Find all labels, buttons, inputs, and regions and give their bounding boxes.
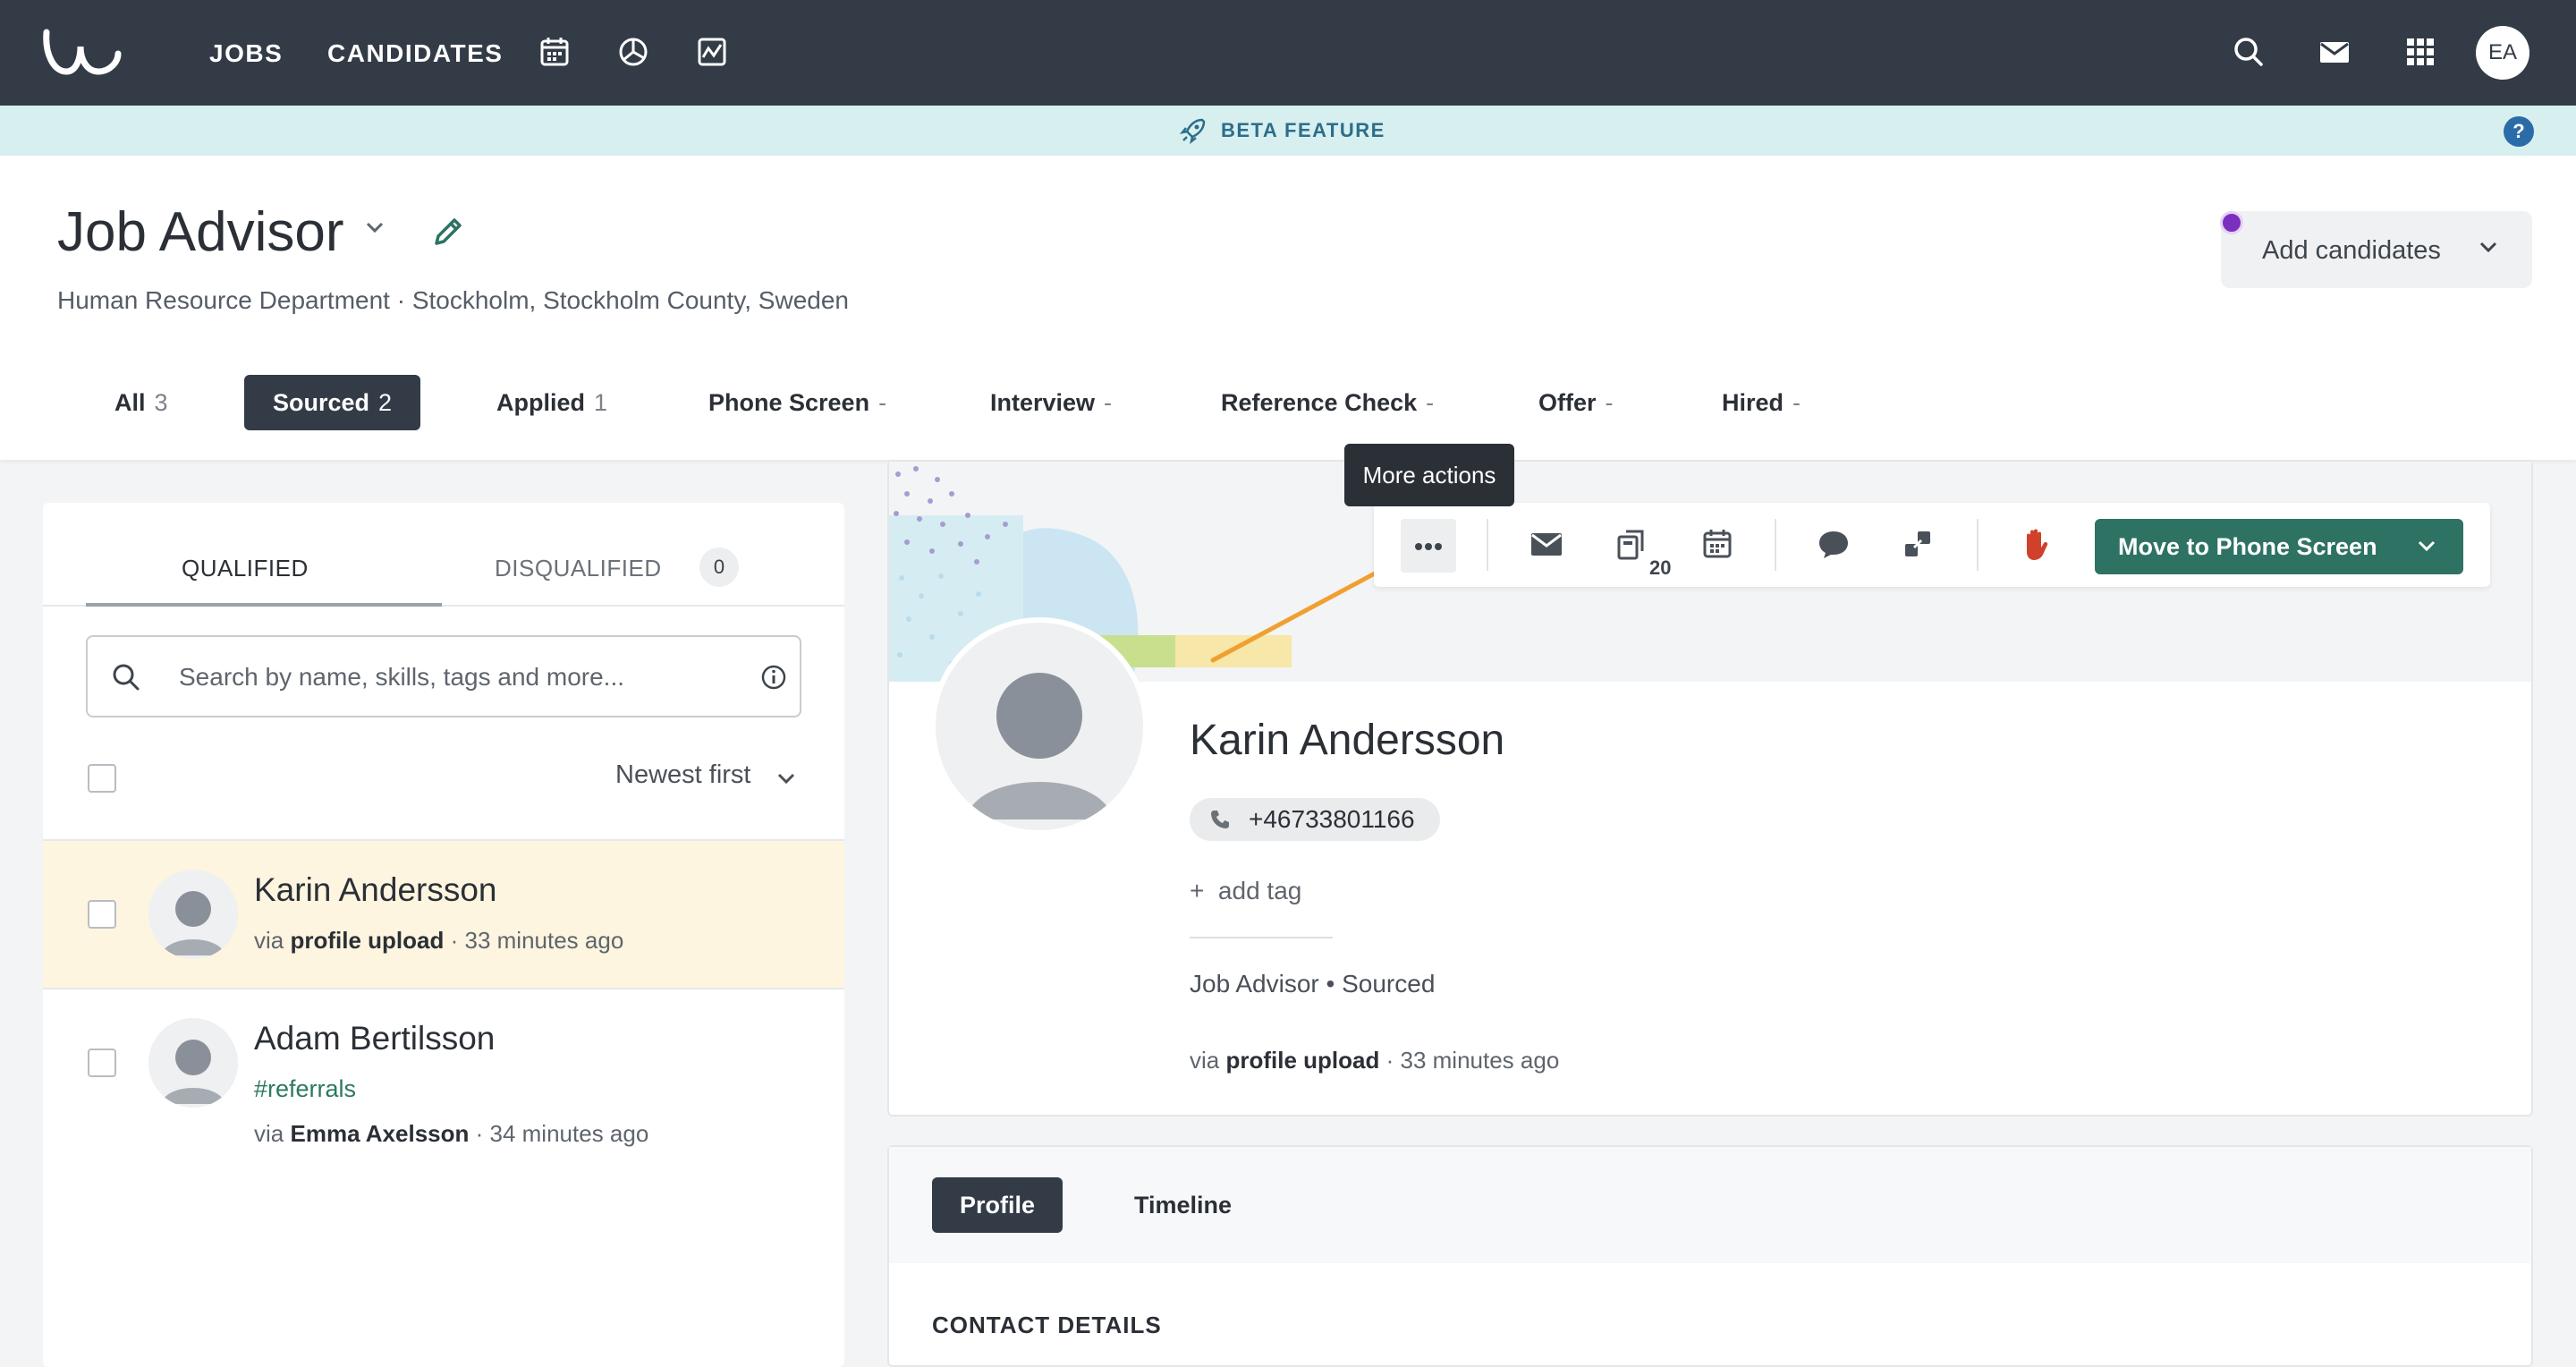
attachment-count: 20 — [1649, 556, 1672, 579]
add-candidates-label: Add candidates — [2262, 236, 2441, 265]
search-input[interactable] — [179, 655, 733, 700]
info-icon[interactable] — [760, 664, 787, 691]
list-item[interactable]: Adam Bertilsson #referrals via Emma Axel… — [43, 989, 844, 1168]
chevron-down-icon[interactable] — [776, 771, 796, 785]
select-all-checkbox[interactable] — [88, 764, 116, 793]
candidate-source: via Emma Axelsson · 34 minutes ago — [254, 1120, 649, 1147]
activity-chart-icon[interactable] — [696, 36, 728, 68]
edit-pencil-icon[interactable] — [431, 215, 465, 249]
comment-icon[interactable] — [1818, 528, 1850, 560]
pie-chart-icon[interactable] — [617, 36, 649, 68]
stage-tab-sourced[interactable]: Sourced 2 — [244, 375, 421, 430]
chevron-down-icon — [2479, 240, 2498, 254]
add-tag-button[interactable]: + add tag — [1190, 877, 1301, 905]
grid-icon[interactable] — [2404, 36, 2436, 68]
tab-disqualified[interactable]: DISQUALIFIED — [495, 555, 662, 582]
calendar-icon[interactable] — [1701, 528, 1733, 560]
candidate-checkbox[interactable] — [88, 1049, 116, 1077]
candidate-checkbox[interactable] — [88, 900, 116, 929]
transfer-icon[interactable] — [1902, 528, 1934, 560]
stage-tab-hired[interactable]: Hired - — [1722, 375, 1801, 430]
contact-details-heading: CONTACT DETAILS — [932, 1312, 1162, 1338]
tab-profile[interactable]: Profile — [932, 1177, 1063, 1233]
avatar — [148, 1018, 238, 1108]
move-button-label: Move to Phone Screen — [2118, 533, 2377, 560]
beta-feature-label: BETA FEATURE — [1221, 119, 1385, 141]
beta-banner: BETA FEATURE ? — [0, 106, 2576, 156]
job-stage-label: Job Advisor • Sourced — [1190, 970, 1436, 998]
page-title: Job Advisor — [57, 201, 344, 263]
mail-icon[interactable] — [2318, 36, 2351, 68]
active-tab-indicator — [86, 603, 442, 607]
mail-icon[interactable] — [1530, 528, 1563, 560]
candidate-name[interactable]: Karin Andersson — [254, 871, 497, 909]
add-candidates-button[interactable]: Add candidates — [2221, 211, 2532, 288]
nav-jobs-link[interactable]: JOBS — [209, 39, 283, 68]
list-item[interactable]: Karin Andersson via profile upload · 33 … — [43, 841, 844, 988]
attachment-icon[interactable] — [1615, 528, 1648, 560]
brand-logo-icon[interactable] — [41, 27, 122, 79]
candidate-name[interactable]: Adam Bertilsson — [254, 1020, 495, 1057]
job-header: Job Advisor Human Resource Department · … — [0, 156, 2576, 460]
nav-candidates-link[interactable]: CANDIDATES — [327, 39, 503, 68]
avatar — [930, 617, 1148, 836]
search-box — [86, 635, 801, 717]
notification-dot — [2220, 211, 2243, 234]
more-actions-button[interactable] — [1401, 519, 1456, 573]
stage-tab-phone-screen[interactable]: Phone Screen - — [708, 375, 886, 430]
stage-tab-offer[interactable]: Offer - — [1538, 375, 1614, 430]
move-to-phone-screen-button[interactable]: Move to Phone Screen — [2095, 519, 2463, 574]
candidate-tag[interactable]: #referrals — [254, 1075, 356, 1103]
candidate-list-panel: QUALIFIED DISQUALIFIED 0 Newest first Ka… — [43, 503, 844, 1367]
help-icon[interactable]: ? — [2504, 116, 2534, 147]
job-location-subtitle: Human Resource Department · Stockholm, S… — [57, 286, 849, 314]
phone-icon — [1209, 809, 1231, 830]
stage-tab-reference-check[interactable]: Reference Check - — [1221, 375, 1434, 430]
stop-hand-icon[interactable] — [2018, 526, 2054, 562]
tab-timeline[interactable]: Timeline — [1134, 1177, 1232, 1233]
chevron-down-icon[interactable] — [365, 220, 385, 234]
stage-tab-all[interactable]: All 3 — [114, 375, 168, 430]
candidate-source: via profile upload · 33 minutes ago — [1190, 1047, 1560, 1074]
rocket-icon — [1179, 116, 1208, 145]
disqualified-count-badge: 0 — [699, 548, 739, 587]
phone-number[interactable]: +46733801166 — [1190, 798, 1440, 841]
avatar — [148, 870, 238, 959]
stage-tab-interview[interactable]: Interview - — [990, 375, 1112, 430]
toolbar-divider — [1977, 519, 1979, 571]
candidate-name: Karin Andersson — [1190, 717, 1505, 764]
calendar-icon[interactable] — [538, 36, 571, 68]
sort-dropdown[interactable]: Newest first — [615, 760, 750, 790]
search-icon[interactable] — [2233, 36, 2265, 68]
divider — [1190, 937, 1333, 938]
top-navigation-bar: JOBS CANDIDATES EA — [0, 0, 2576, 106]
more-actions-tooltip: More actions — [1344, 444, 1514, 506]
candidate-source: via profile upload · 33 minutes ago — [254, 927, 624, 954]
user-avatar[interactable]: EA — [2476, 26, 2529, 80]
toolbar-divider — [1775, 519, 1776, 571]
chevron-down-icon[interactable] — [2417, 539, 2436, 553]
tab-qualified[interactable]: QUALIFIED — [182, 555, 309, 582]
ellipsis-icon — [1415, 543, 1442, 550]
stage-tab-applied[interactable]: Applied 1 — [496, 375, 607, 430]
candidate-actions-toolbar: 20 Move to Phone Screen — [1374, 503, 2490, 587]
toolbar-divider — [1487, 519, 1488, 571]
search-icon — [111, 662, 141, 692]
